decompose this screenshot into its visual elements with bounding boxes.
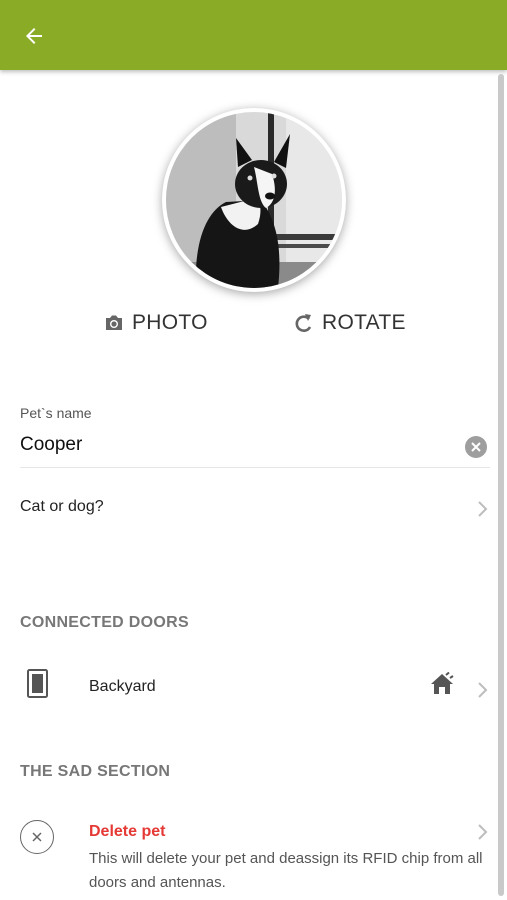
app-bar: [0, 0, 507, 70]
delete-pet-title[interactable]: Delete pet: [89, 823, 165, 841]
pet-photo-avatar[interactable]: [162, 108, 346, 292]
close-icon: [32, 832, 42, 842]
chevron-right-icon: [478, 824, 488, 840]
divider: [20, 467, 490, 468]
connected-doors-header: CONNECTED DOORS: [20, 614, 189, 631]
delete-pet-description: This will delete your pet and deassign i…: [89, 850, 483, 891]
chevron-right-icon: [478, 682, 488, 698]
pet-photo: [166, 112, 342, 288]
door-name: Backyard: [89, 678, 156, 695]
back-button[interactable]: [14, 16, 54, 56]
camera-icon: [106, 315, 122, 330]
chevron-right-icon: [478, 501, 488, 517]
door-icon: [27, 669, 48, 698]
rotate-icon: [295, 314, 312, 332]
photo-button[interactable]: PHOTO: [104, 307, 208, 339]
species-row[interactable]: Cat or dog?: [0, 490, 495, 526]
pet-name-input[interactable]: [20, 430, 450, 460]
close-icon: [471, 442, 481, 452]
delete-icon: [20, 820, 54, 854]
rotate-button[interactable]: ROTATE: [294, 307, 406, 339]
photo-button-label: PHOTO: [132, 311, 208, 334]
home-icon: [431, 672, 454, 694]
sad-section-header: THE SAD SECTION: [20, 763, 171, 780]
species-row-label: Cat or dog?: [20, 498, 104, 515]
clear-name-button[interactable]: [465, 436, 487, 458]
arrow-left-icon: [26, 28, 42, 44]
scrollbar[interactable]: [498, 74, 504, 896]
rotate-button-label: ROTATE: [322, 311, 406, 334]
door-row-backyard[interactable]: Backyard: [0, 660, 495, 710]
pet-name-label: Pet`s name: [20, 405, 92, 421]
